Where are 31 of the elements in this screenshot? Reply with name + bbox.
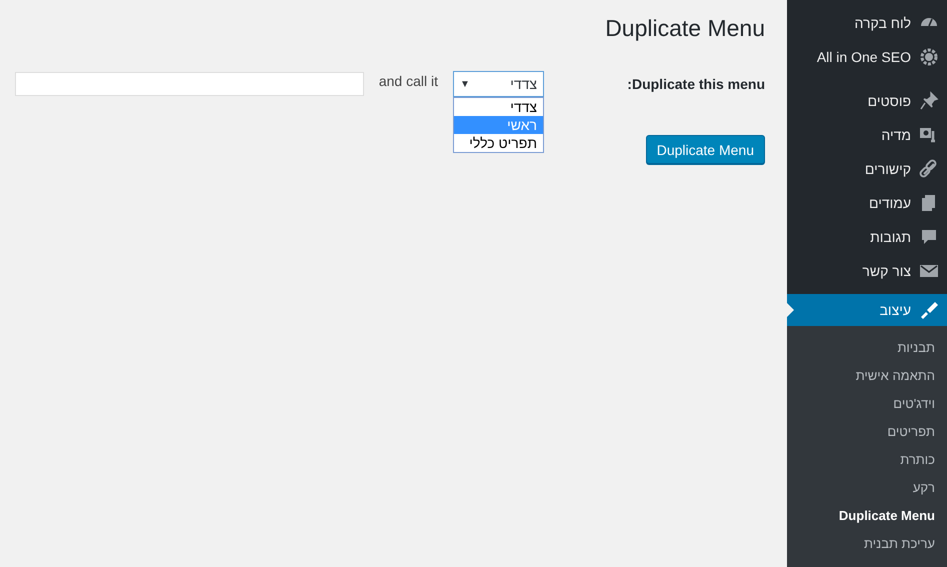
sidebar-item[interactable]: לוח בקרה xyxy=(787,6,947,40)
sidebar-item[interactable]: All in One SEO xyxy=(787,40,947,74)
page-title: Duplicate Menu xyxy=(604,14,765,42)
gear-icon xyxy=(919,47,939,67)
submenu-item[interactable]: התאמה אישית xyxy=(787,362,947,390)
submenu-item[interactable]: עריכת תבנית xyxy=(787,530,947,558)
submenu-item[interactable]: תפריטים xyxy=(787,418,947,446)
sidebar-item[interactable]: עיצוב xyxy=(787,294,947,326)
speech-bubble-icon xyxy=(919,227,939,247)
sidebar-item[interactable]: צור קשר xyxy=(787,254,947,288)
submenu-item[interactable]: תבניות xyxy=(787,334,947,362)
current-pointer-icon xyxy=(787,303,794,317)
submenu-item[interactable]: כותרת xyxy=(787,446,947,474)
link-icon xyxy=(919,159,939,179)
sidebar-item[interactable]: קישורים xyxy=(787,152,947,186)
sidebar-item[interactable]: פוסטים xyxy=(787,84,947,118)
sidebar-item[interactable]: תגובות xyxy=(787,220,947,254)
sidebar-item[interactable]: מדיה xyxy=(787,118,947,152)
dropdown-option[interactable]: צדדי xyxy=(454,98,543,116)
name-input-field[interactable] xyxy=(14,72,364,96)
submenu-item[interactable]: Duplicate Menu xyxy=(787,502,947,530)
menu-select[interactable]: צדדי ▼ xyxy=(453,71,544,97)
field-label: Duplicate this menu: xyxy=(626,76,765,92)
brush-icon xyxy=(919,300,939,320)
duplicate-menu-button[interactable]: Duplicate Menu xyxy=(646,135,765,164)
sidebar-item[interactable]: עמודים xyxy=(787,186,947,220)
connector-text: and call it xyxy=(378,73,438,89)
submenu-item[interactable]: רקע xyxy=(787,474,947,502)
dropdown-option[interactable]: תפריט כללי xyxy=(454,134,543,152)
pin-icon xyxy=(919,91,939,111)
submenu-item[interactable]: וידג'טים xyxy=(787,390,947,418)
